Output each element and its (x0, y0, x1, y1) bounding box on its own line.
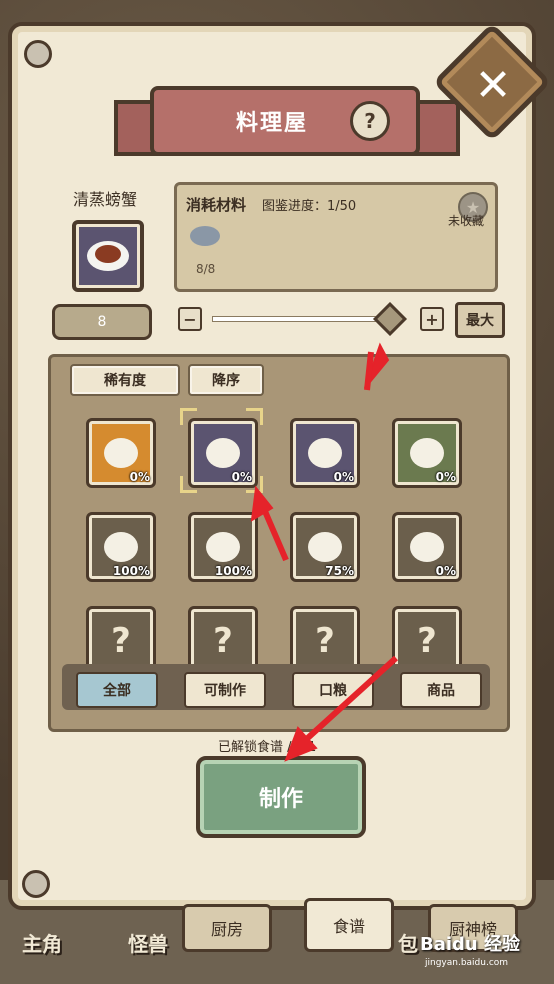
quantity-slider-track[interactable] (212, 316, 390, 322)
material-count: 8/8 (196, 262, 216, 276)
quantity-display: 8 (52, 304, 152, 340)
filter-ration-button[interactable]: 口粮 (292, 672, 374, 708)
egg-icon (206, 532, 240, 562)
question-icon: ? (315, 621, 335, 661)
nav-monster-label[interactable]: 怪兽 (128, 928, 168, 957)
max-button[interactable]: 最大 (455, 302, 505, 338)
recipe-progress: 0% (435, 564, 456, 578)
tab-recipes[interactable]: 食谱 (304, 898, 394, 952)
tab-kitchen[interactable]: 厨房 (182, 904, 272, 952)
nav-bag-label[interactable]: 包 (398, 928, 418, 957)
nav-main-label[interactable]: 主角 (22, 928, 62, 957)
noodle-icon (410, 532, 444, 562)
recipe-cell[interactable]: 0% (392, 418, 462, 488)
selected-dish-icon (72, 220, 144, 292)
question-icon: ? (111, 621, 131, 661)
question-icon: ? (417, 621, 437, 661)
selection-corner (246, 408, 263, 425)
soup-icon (410, 438, 444, 468)
recipe-progress: 0% (333, 470, 354, 484)
filter-all-button[interactable]: 全部 (76, 672, 158, 708)
question-icon: ? (213, 621, 233, 661)
panel-pin-icon (24, 40, 52, 68)
recipe-progress: 0% (129, 470, 150, 484)
materials-title: 消耗材料 (186, 196, 247, 214)
sort-order-button[interactable]: 降序 (188, 364, 264, 396)
increase-button[interactable]: + (420, 307, 444, 331)
help-icon[interactable]: ? (350, 101, 390, 141)
decrease-button[interactable]: − (178, 307, 202, 331)
close-icon[interactable]: ✕ (456, 48, 530, 122)
jar-icon (104, 438, 138, 468)
recipe-progress: 100% (214, 564, 252, 578)
unlocked-recipes-text: 已解锁食谱 /361 (218, 740, 317, 755)
recipe-cell[interactable]: 0% (290, 418, 360, 488)
crab-dish-icon (87, 241, 129, 271)
meat-dish-icon (308, 438, 342, 468)
crab-dish-icon (206, 438, 240, 468)
watermark-url: jingyan.baidu.com (425, 958, 509, 968)
selected-dish-name: 清蒸螃蟹 (72, 190, 137, 209)
watermark: Baidu 经验 (420, 934, 521, 955)
recipe-progress: 100% (112, 564, 150, 578)
panel-pin-icon (22, 870, 50, 898)
recipe-cell[interactable]: 100% (86, 512, 156, 582)
page-title: 料理屋 (235, 111, 308, 136)
crab-material-icon (190, 226, 220, 246)
recipe-cell[interactable]: 75% (290, 512, 360, 582)
recipe-cell[interactable]: 100% (188, 512, 258, 582)
pickle-jar-icon (104, 532, 138, 562)
selection-corner (180, 408, 197, 425)
filter-goods-button[interactable]: 商品 (400, 672, 482, 708)
selection-corner (246, 476, 263, 493)
make-button[interactable]: 制作 (196, 756, 366, 838)
recipe-progress: 0% (435, 470, 456, 484)
selection-corner (180, 476, 197, 493)
filter-craftable-button[interactable]: 可制作 (184, 672, 266, 708)
salad-icon (308, 532, 342, 562)
sort-rarity-button[interactable]: 稀有度 (70, 364, 180, 396)
recipe-cell[interactable]: 0% (392, 512, 462, 582)
collection-status: 未收藏 (448, 214, 485, 228)
recipe-progress: 75% (325, 564, 354, 578)
recipe-cell[interactable]: 0% (86, 418, 156, 488)
collection-progress: 图鉴进度：1/50 (262, 199, 357, 214)
